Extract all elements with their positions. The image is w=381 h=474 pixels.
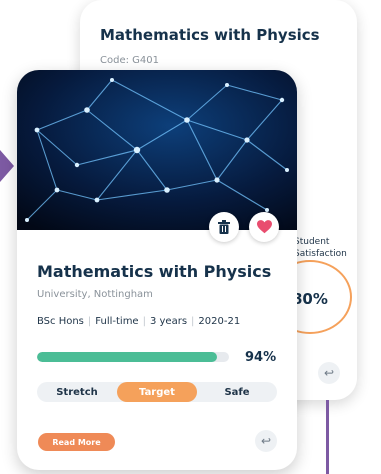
back-satisfaction-value: 80% (292, 290, 328, 308)
back-return-icon[interactable]: ↩ (318, 362, 340, 384)
match-percent: 94% (245, 350, 277, 365)
hero-network-image (17, 70, 297, 230)
segment-safe[interactable]: Safe (197, 382, 277, 402)
trash-button[interactable] (209, 212, 239, 242)
match-progress-fill (37, 352, 218, 362)
meta-duration: 3 years (149, 316, 188, 327)
course-meta: BSc Hons | Full-time | 3 years | 2020-21 (37, 316, 241, 327)
university-name: University, Nottingham (37, 289, 153, 300)
trash-icon (218, 220, 230, 234)
back-course-code: Code: G401 (100, 55, 159, 66)
connector-line (326, 400, 329, 474)
return-icon[interactable]: ↩ (255, 430, 277, 452)
category-segmented-control: Stretch Target Safe (37, 382, 277, 402)
meta-mode: Full-time (95, 316, 139, 327)
favourite-button[interactable] (249, 212, 279, 242)
meta-degree: BSc Hons (37, 316, 84, 327)
heart-icon (256, 220, 272, 234)
course-title: Mathematics with Physics (37, 262, 272, 281)
segment-stretch[interactable]: Stretch (37, 382, 117, 402)
back-satisfaction-label: Student Satisfaction (294, 237, 347, 259)
segment-target[interactable]: Target (117, 382, 197, 402)
front-course-card[interactable]: Mathematics with Physics University, Not… (17, 70, 297, 470)
read-more-button[interactable]: Read More (38, 433, 115, 451)
connector-arrow (0, 150, 14, 182)
meta-year: 2020-21 (198, 316, 241, 327)
back-course-title: Mathematics with Physics (100, 26, 320, 44)
match-progress-bar (37, 352, 229, 362)
